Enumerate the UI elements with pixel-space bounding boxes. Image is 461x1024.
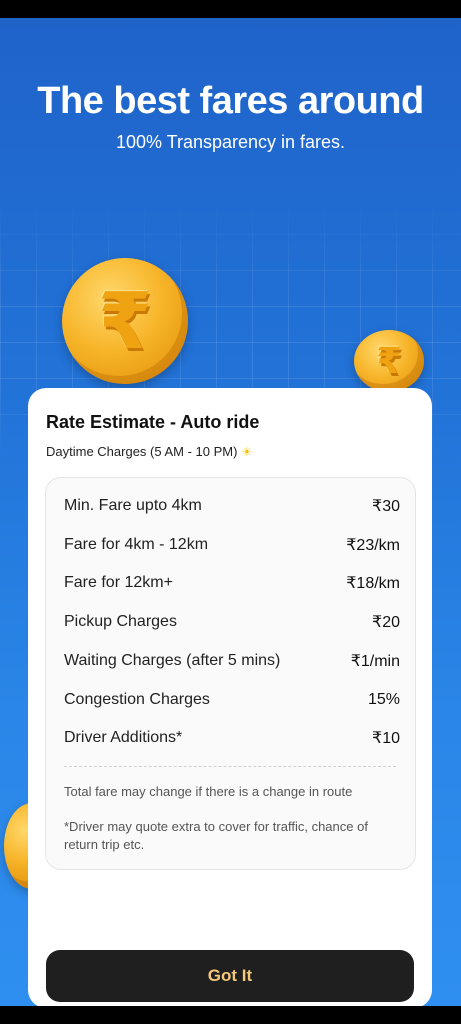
rate-estimate-card: Rate Estimate - Auto ride Daytime Charge… bbox=[28, 388, 432, 1006]
rate-row: Fare for 4km - 12km ₹23/km bbox=[64, 533, 400, 557]
rate-value: ₹1/min bbox=[350, 653, 400, 670]
rate-row: Min. Fare upto 4km ₹30 bbox=[64, 494, 400, 518]
rate-label: Congestion Charges bbox=[64, 691, 210, 708]
rupee-coin-small-icon: ₹ bbox=[354, 330, 424, 392]
page-title: The best fares around bbox=[37, 80, 424, 122]
rate-row: Congestion Charges 15% bbox=[64, 688, 400, 712]
card-subtitle: Daytime Charges (5 AM - 10 PM) ☀ bbox=[46, 444, 252, 459]
rates-table: Min. Fare upto 4km ₹30 Fare for 4km - 12… bbox=[45, 477, 416, 870]
sun-icon: ☀ bbox=[241, 445, 253, 459]
rate-label: Fare for 12km+ bbox=[64, 574, 173, 591]
rate-value: ₹18/km bbox=[346, 575, 400, 592]
rupee-symbol: ₹ bbox=[97, 276, 153, 365]
rate-value: ₹20 bbox=[372, 614, 400, 631]
page-subtitle: 100% Transparency in fares. bbox=[115, 132, 346, 152]
route-change-note: Total fare may change if there is a chan… bbox=[64, 784, 353, 799]
rate-row: Pickup Charges ₹20 bbox=[64, 610, 400, 634]
daytime-label: Daytime Charges (5 AM - 10 PM) bbox=[46, 444, 238, 459]
rupee-symbol-small: ₹ bbox=[376, 340, 402, 381]
rate-value: ₹30 bbox=[372, 498, 400, 515]
rate-label: Pickup Charges bbox=[64, 613, 177, 630]
rate-value: ₹23/km bbox=[346, 537, 400, 554]
rate-value: 15% bbox=[367, 691, 400, 708]
fare-info-screen: The best fares around 100% Transparency … bbox=[0, 18, 461, 1006]
dashed-divider bbox=[64, 766, 396, 767]
rate-row: Waiting Charges (after 5 mins) ₹1/min bbox=[64, 649, 400, 673]
rate-value: ₹10 bbox=[372, 730, 400, 747]
rate-row: Fare for 12km+ ₹18/km bbox=[64, 571, 400, 595]
rate-label: Fare for 4km - 12km bbox=[64, 536, 209, 553]
rate-label: Driver Additions* bbox=[64, 729, 183, 746]
card-title: Rate Estimate - Auto ride bbox=[46, 412, 260, 432]
rate-label: Min. Fare upto 4km bbox=[64, 497, 202, 514]
got-it-button[interactable]: Got It bbox=[46, 950, 414, 1002]
driver-extra-note: *Driver may quote extra to cover for tra… bbox=[64, 819, 368, 852]
rate-row: Driver Additions* ₹10 bbox=[64, 726, 400, 750]
rate-label: Waiting Charges (after 5 mins) bbox=[64, 652, 281, 669]
rupee-coin-icon: ₹ bbox=[62, 258, 188, 384]
